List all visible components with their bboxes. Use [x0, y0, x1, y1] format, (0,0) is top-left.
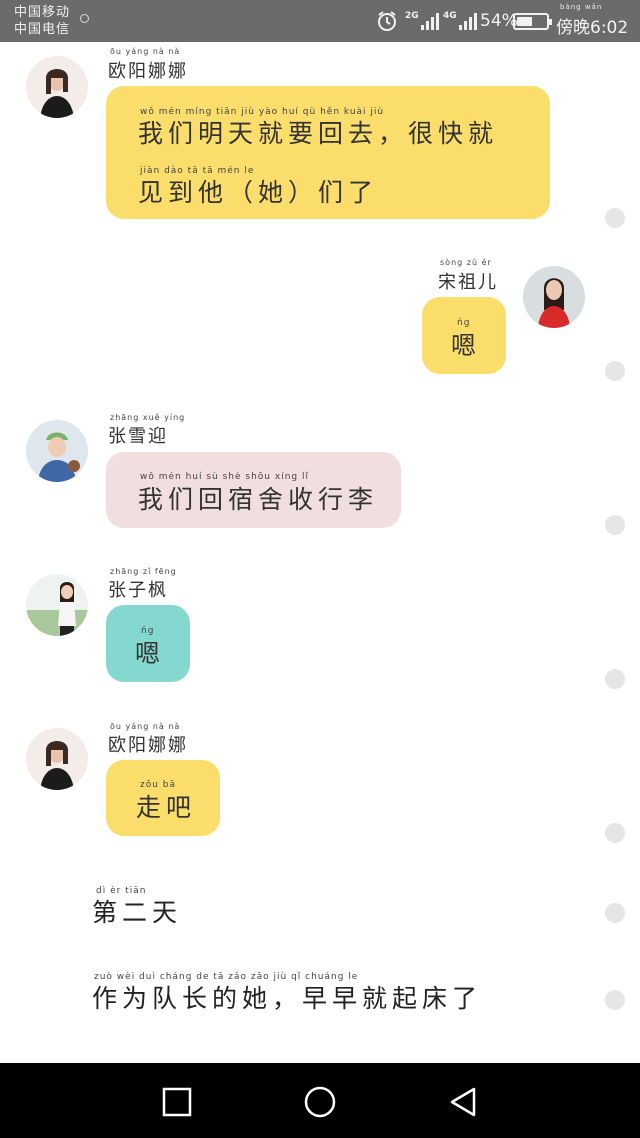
- select-circle[interactable]: [605, 990, 625, 1010]
- navigation-bar: [0, 1063, 640, 1138]
- message-text: 见到他（她）们了: [138, 178, 379, 207]
- carrier-name-2: 中国电信: [14, 22, 71, 37]
- network-type-2g: 2G: [405, 11, 419, 21]
- signal-2g: 2G: [405, 0, 439, 42]
- avatar-song-zuer[interactable]: [523, 266, 585, 328]
- message-bubble[interactable]: zǒu bā 走吧: [106, 760, 220, 836]
- avatar-ouyang-nana[interactable]: [26, 728, 88, 790]
- sender-name: 张子枫: [108, 580, 168, 601]
- status-bar: 中国移动 中国电信 2G 4G 54% bàng wǎn 傍晚6:02: [0, 0, 640, 42]
- message-bubble[interactable]: ńg 嗯: [422, 297, 506, 374]
- square-icon: [162, 1087, 192, 1117]
- avatar-ouyang-nana[interactable]: [26, 56, 88, 118]
- signal-bars-icon: [420, 12, 439, 30]
- select-circle[interactable]: [605, 208, 625, 228]
- sender-pinyin: zhāng zǐ fēng: [110, 567, 177, 576]
- message-text: 嗯: [135, 639, 166, 668]
- select-circle[interactable]: [605, 515, 625, 535]
- sender-name: 宋祖儿: [438, 272, 498, 293]
- sender-pinyin: ōu yáng nà nà: [110, 722, 181, 731]
- message-bubble[interactable]: wǒ mén huí sù shè shōu xíng lǐ 我们回宿舍收行李: [106, 452, 401, 528]
- network-type-4g: 4G: [443, 11, 457, 21]
- clock: 傍晚6:02: [556, 17, 629, 38]
- narration-text: 第二天: [92, 898, 183, 927]
- sender-pinyin: sòng zǔ ér: [440, 258, 492, 267]
- sender-name: 欧阳娜娜: [108, 735, 188, 756]
- avatar-zhang-xueying[interactable]: [26, 420, 88, 482]
- message-text: 走吧: [136, 793, 197, 822]
- alarm-icon: [376, 0, 398, 42]
- signal-bars-icon: [458, 12, 477, 30]
- message-text: 我们回宿舍收行李: [138, 485, 379, 514]
- carrier-info-icon: [80, 14, 89, 23]
- sender-name: 张雪迎: [108, 426, 168, 447]
- select-circle[interactable]: [605, 903, 625, 923]
- sender-name: 欧阳娜娜: [108, 61, 188, 82]
- select-circle[interactable]: [605, 669, 625, 689]
- message-text: 我们明天就要回去，很快就: [138, 119, 499, 148]
- select-circle[interactable]: [605, 823, 625, 843]
- triangle-back-icon: [450, 1087, 476, 1117]
- battery-icon: [513, 0, 552, 42]
- sender-pinyin: zhāng xuě yíng: [110, 413, 186, 422]
- signal-4g: 4G: [443, 0, 477, 42]
- recent-apps-button[interactable]: [160, 1085, 194, 1119]
- message-bubble[interactable]: wǒ mén míng tiān jiù yào huí qù hěn kuài…: [106, 86, 550, 219]
- message-bubble[interactable]: ńg 嗯: [106, 605, 190, 682]
- message-text: 嗯: [451, 331, 482, 360]
- narration-text: 作为队长的她，早早就起床了: [92, 984, 483, 1013]
- avatar-zhang-zifeng[interactable]: [26, 574, 88, 636]
- sender-pinyin: ōu yáng nà nà: [110, 47, 181, 56]
- back-button[interactable]: [446, 1085, 480, 1119]
- select-circle[interactable]: [605, 361, 625, 381]
- home-button[interactable]: [303, 1085, 337, 1119]
- circle-icon: [304, 1086, 336, 1118]
- carrier-name-1: 中国移动: [14, 5, 71, 20]
